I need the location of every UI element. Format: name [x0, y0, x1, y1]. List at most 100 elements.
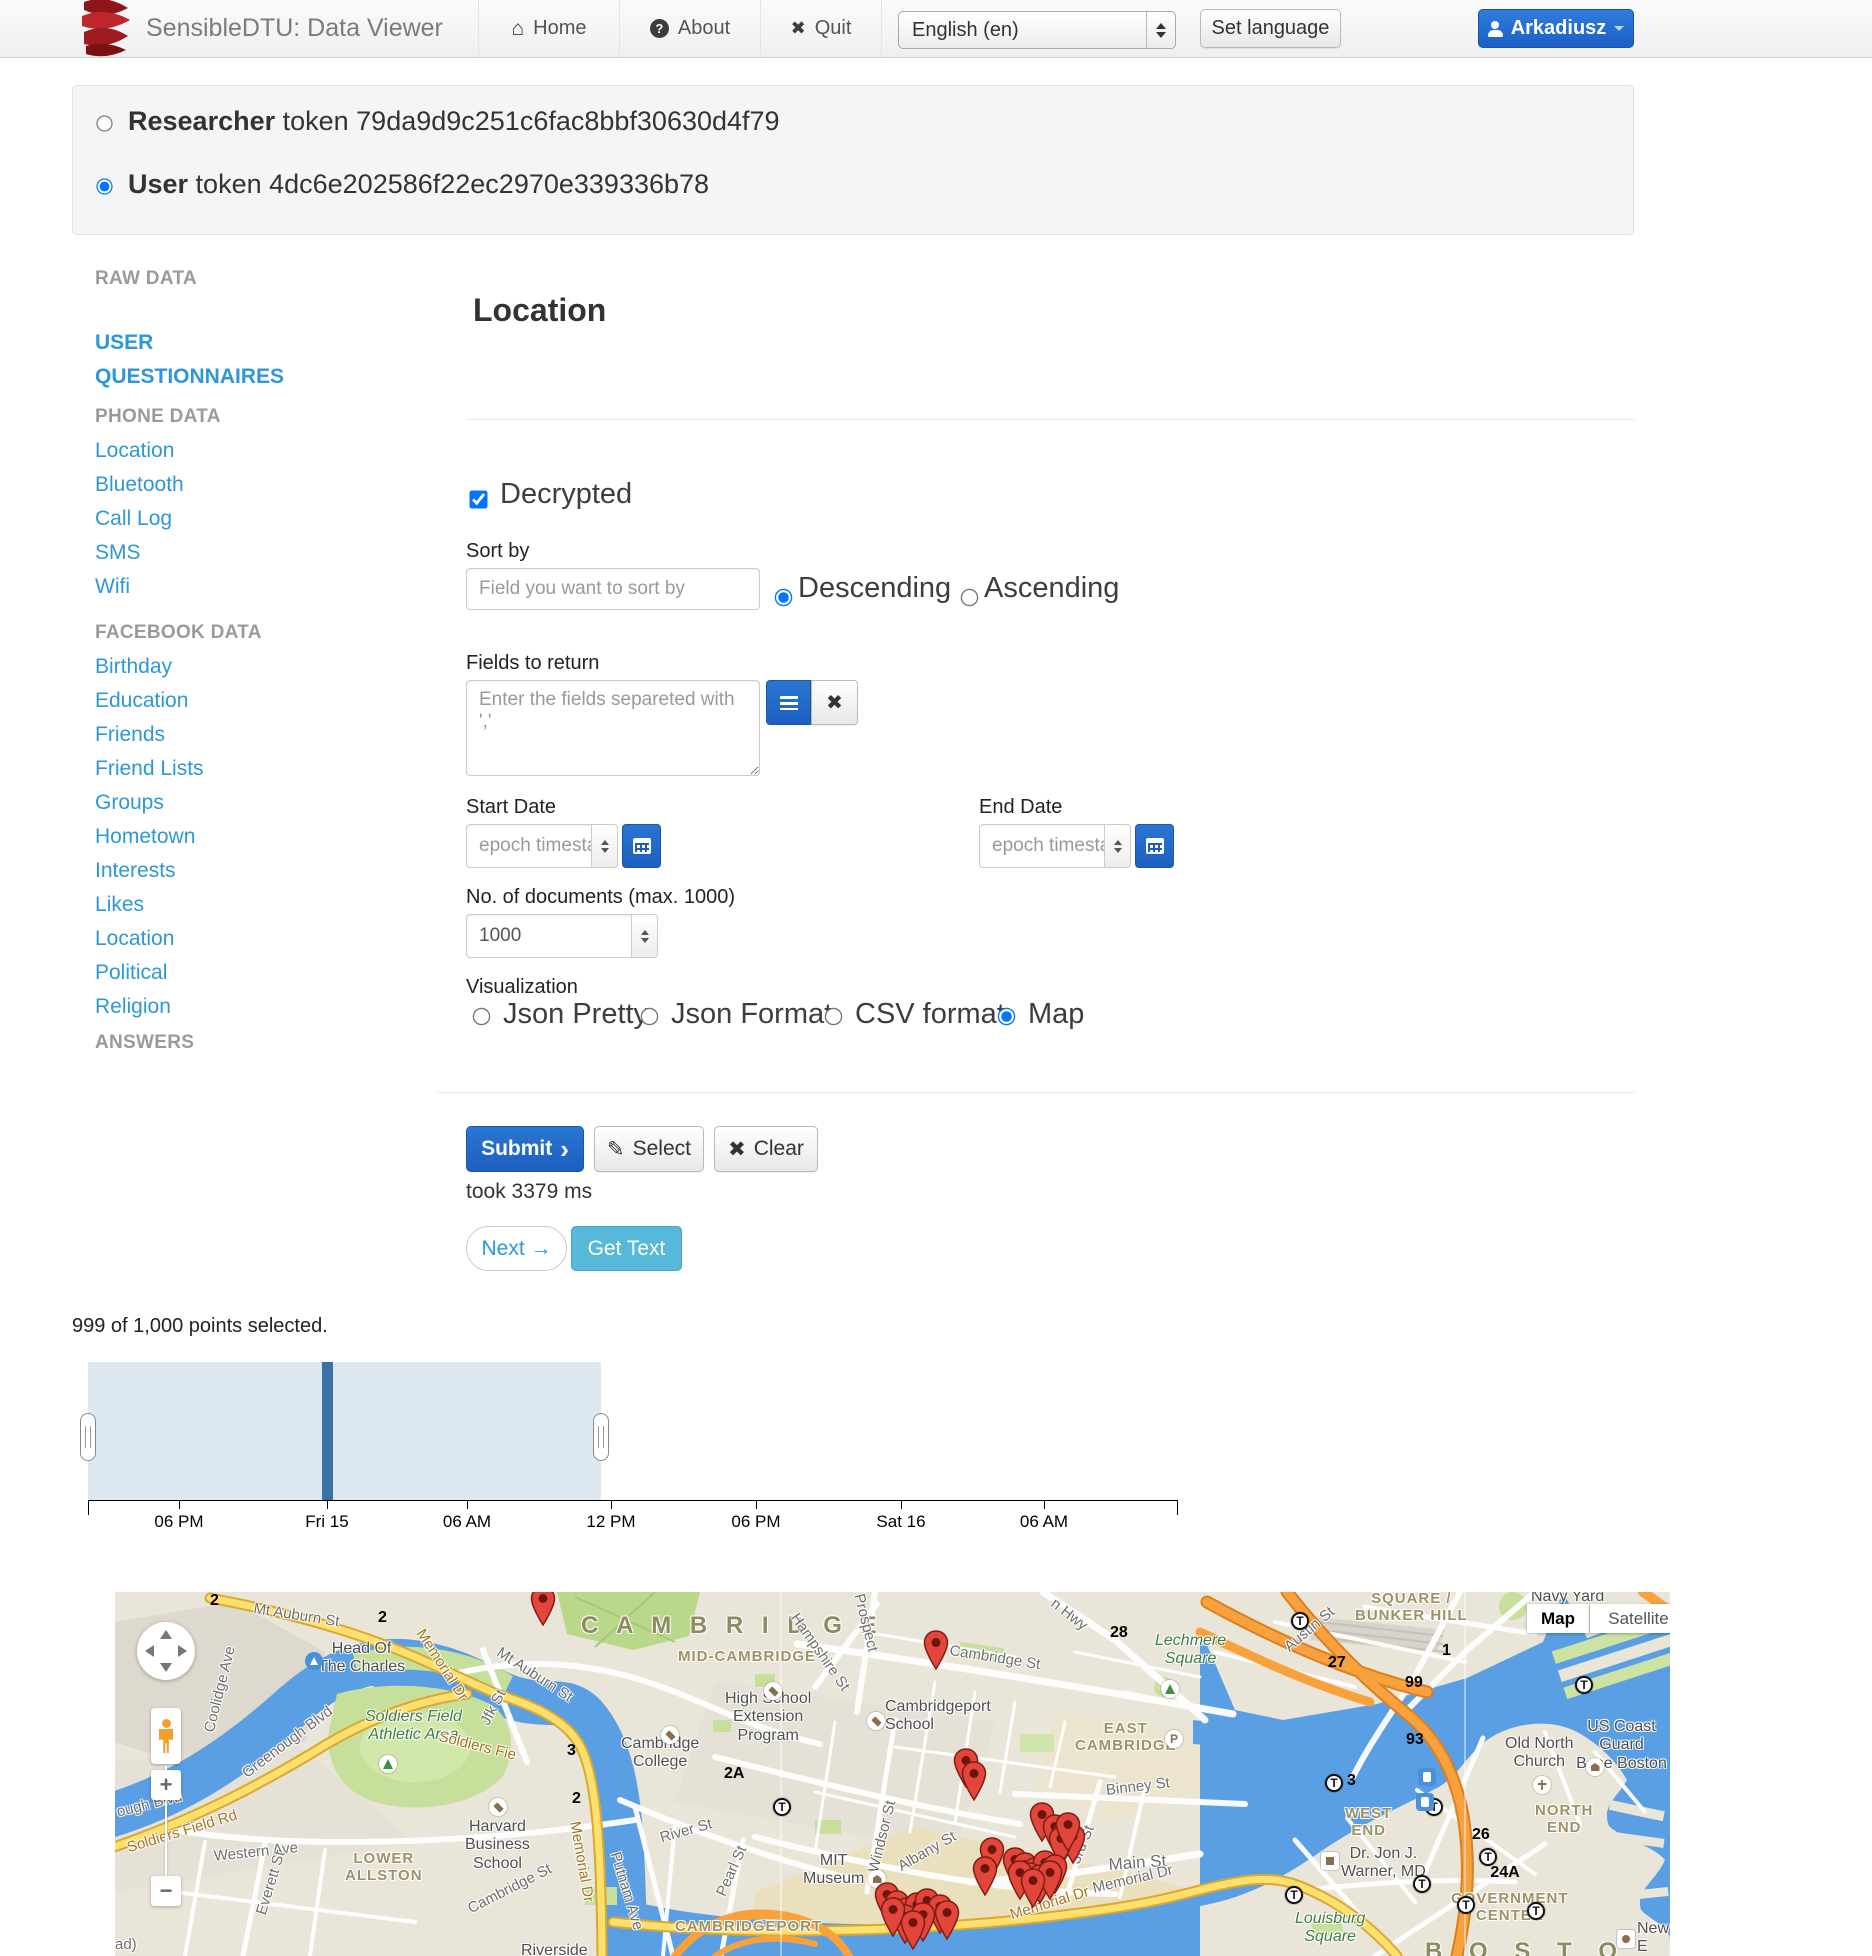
descending-radio[interactable]	[775, 589, 793, 607]
tcircle-icon	[1291, 1612, 1309, 1630]
grad-icon	[661, 1726, 679, 1744]
aqua-icon	[1617, 1930, 1635, 1948]
sidebar-item[interactable]: Bluetooth	[95, 468, 395, 502]
next-button[interactable]: Next →	[466, 1226, 567, 1271]
visualization-option[interactable]: CSV format	[822, 998, 1005, 1031]
docs-input[interactable]	[466, 914, 658, 958]
end-date-calendar-button[interactable]	[1135, 824, 1174, 868]
ascending-radio[interactable]	[961, 589, 979, 607]
sidebar-item[interactable]: USER	[95, 326, 395, 360]
visualization-option[interactable]: Json Pretty	[470, 998, 648, 1031]
visualization-option[interactable]: Json Format	[638, 998, 832, 1031]
sidebar-item[interactable]: PHONE DATA	[95, 400, 395, 434]
fields-list-button[interactable]	[766, 680, 811, 725]
zoom-out-button[interactable]: −	[151, 1876, 181, 1906]
tcircle-icon	[773, 1798, 791, 1816]
nav-about[interactable]: ? About	[619, 0, 760, 57]
map-pan-control[interactable]	[137, 1622, 195, 1680]
zoom-in-button[interactable]: +	[151, 1770, 181, 1800]
sidebar-item[interactable]: Education	[95, 684, 395, 718]
quit-icon: ✖	[791, 18, 806, 39]
pan-down-icon[interactable]	[160, 1663, 172, 1672]
sidebar-item[interactable]: Call Log	[95, 502, 395, 536]
nav-home[interactable]: ⌂ Home	[478, 0, 619, 57]
points-selected-text: 999 of 1,000 points selected.	[72, 1315, 328, 1338]
sidebar-item[interactable]: Location	[95, 434, 395, 468]
sidebar-item[interactable]: RAW DATA	[95, 262, 395, 296]
pan-left-icon[interactable]	[145, 1645, 154, 1657]
decrypted-checkbox[interactable]	[469, 490, 487, 508]
sort-by-input[interactable]	[466, 568, 760, 610]
map-marker[interactable]	[1020, 1868, 1046, 1908]
researcher-token-value: token 79da9d9c251c6fac8bbf30630d4f79	[275, 106, 779, 136]
sidebar-item[interactable]: Friends	[95, 718, 395, 752]
map-marker[interactable]	[972, 1856, 998, 1896]
sidebar-item[interactable]: FACEBOOK DATA	[95, 616, 395, 650]
select-button[interactable]: ✎ Select	[594, 1126, 704, 1172]
get-text-button[interactable]: Get Text	[571, 1226, 682, 1271]
sidebar-item[interactable]: QUESTIONNAIRES	[95, 360, 395, 394]
tcircle-icon	[1457, 1896, 1475, 1914]
sidebar-item[interactable]: Groups	[95, 786, 395, 820]
timeline-selection-bar	[322, 1362, 333, 1500]
fields-clear-button[interactable]: ✖	[811, 680, 858, 725]
axis-line	[88, 1500, 1178, 1501]
submit-button[interactable]: Submit ›	[466, 1126, 584, 1172]
decrypted-label: Decrypted	[500, 478, 632, 511]
map-marker[interactable]	[900, 1910, 926, 1950]
sidebar-item[interactable]: Birthday	[95, 650, 395, 684]
map-marker[interactable]	[961, 1761, 987, 1801]
rail-icon	[1416, 1793, 1434, 1811]
sidebar-item[interactable]: Likes	[95, 888, 395, 922]
pan-up-icon[interactable]	[160, 1630, 172, 1639]
grad-icon	[867, 1712, 885, 1730]
sidebar-item[interactable]: Hometown	[95, 820, 395, 854]
start-date-label: Start Date	[466, 796, 556, 819]
map-marker[interactable]	[923, 1630, 949, 1670]
medsq-icon	[1321, 1852, 1339, 1870]
map-marker[interactable]	[934, 1900, 960, 1940]
researcher-label: Researcher	[128, 106, 275, 136]
end-date-stepper[interactable]	[1104, 825, 1130, 867]
map-type-satellite-button[interactable]: Satellite	[1590, 1604, 1670, 1633]
user-token-radio[interactable]	[96, 178, 112, 194]
grad-icon	[764, 1682, 782, 1700]
tcircle-icon	[1413, 1875, 1431, 1893]
docs-stepper[interactable]	[631, 915, 657, 957]
sidebar-item[interactable]: ANSWERS	[95, 1026, 395, 1060]
map-marker[interactable]	[530, 1592, 556, 1626]
brush-handle-left[interactable]	[80, 1413, 96, 1461]
researcher-token-radio[interactable]	[96, 115, 112, 131]
tcircle-icon	[1325, 1774, 1343, 1792]
sidebar-item[interactable]: Interests	[95, 854, 395, 888]
clear-button[interactable]: ✖ Clear	[714, 1126, 818, 1172]
user-menu-button[interactable]: Arkadiusz	[1478, 9, 1634, 48]
tcircle-icon	[1479, 1848, 1497, 1866]
pegman-control[interactable]	[151, 1708, 181, 1764]
calendar-icon	[633, 838, 651, 854]
visualization-option[interactable]: Map	[995, 998, 1084, 1031]
start-date-stepper[interactable]	[591, 825, 617, 867]
descending-label: Descending	[798, 572, 951, 605]
ascending-label: Ascending	[984, 572, 1119, 605]
language-select[interactable]: English (en)	[898, 11, 1176, 49]
sidebar-item[interactable]: Friend Lists	[95, 752, 395, 786]
sidebar-item[interactable]: Wifi	[95, 570, 395, 604]
map-type-map-button[interactable]: Map	[1527, 1604, 1589, 1633]
fields-to-return-textarea[interactable]	[466, 680, 760, 776]
map-canvas[interactable]: Mt Auburn StMt Auburn StHead Of The Char…	[115, 1592, 1670, 1956]
page-title: Location	[473, 292, 606, 329]
sidebar-item[interactable]: SMS	[95, 536, 395, 570]
map-marker[interactable]	[1055, 1812, 1081, 1852]
pan-right-icon[interactable]	[178, 1645, 187, 1657]
sidebar: RAW DATA USER QUESTIONNAIRES PHONE DATA …	[95, 262, 395, 1060]
set-language-button[interactable]: Set language	[1200, 9, 1341, 48]
nav-quit[interactable]: ✖ Quit	[760, 0, 882, 57]
timeline-brush[interactable]	[88, 1362, 601, 1500]
sidebar-item[interactable]: Religion	[95, 990, 395, 1024]
sidebar-item[interactable]: Political	[95, 956, 395, 990]
brush-handle-right[interactable]	[593, 1413, 609, 1461]
start-date-calendar-button[interactable]	[622, 824, 661, 868]
list-lines-icon	[780, 696, 798, 710]
sidebar-item[interactable]: Location	[95, 922, 395, 956]
